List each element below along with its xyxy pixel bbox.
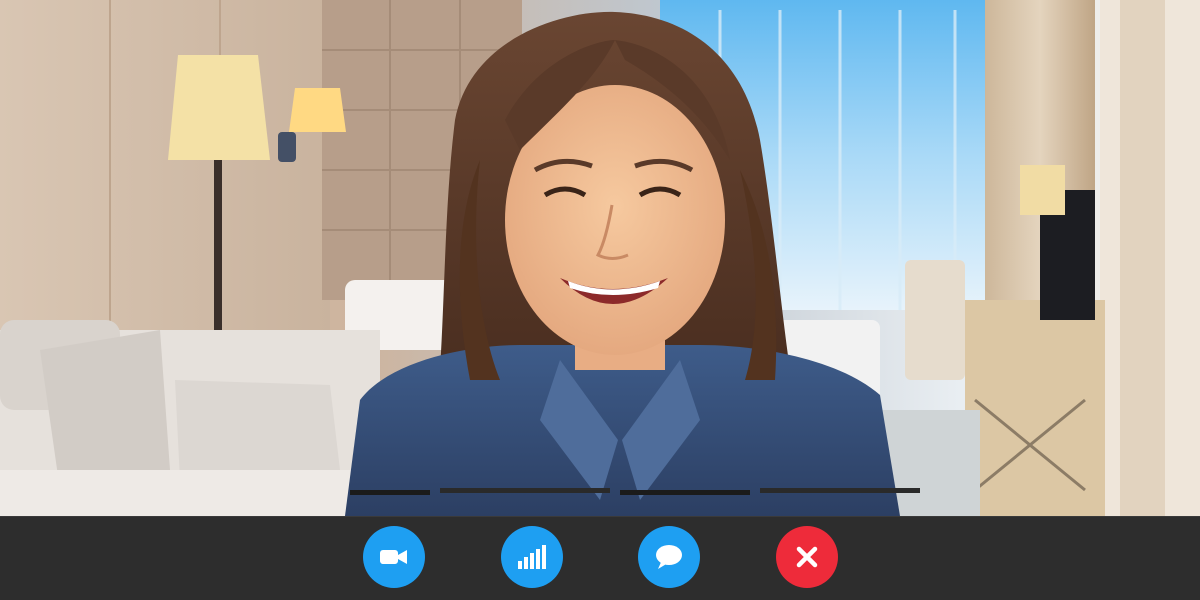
- video-call-window: [0, 0, 1200, 600]
- video-scene: [0, 0, 1200, 516]
- signal-bars-icon: [518, 545, 546, 569]
- close-icon: [796, 546, 818, 568]
- toggle-camera-button[interactable]: [363, 526, 425, 588]
- chat-bubble-icon: [654, 543, 684, 571]
- open-chat-button[interactable]: [638, 526, 700, 588]
- call-control-bar: [0, 516, 1200, 600]
- remote-video-feed: [0, 0, 1200, 516]
- video-camera-icon: [380, 547, 408, 567]
- connection-quality-button[interactable]: [501, 526, 563, 588]
- end-call-button[interactable]: [776, 526, 838, 588]
